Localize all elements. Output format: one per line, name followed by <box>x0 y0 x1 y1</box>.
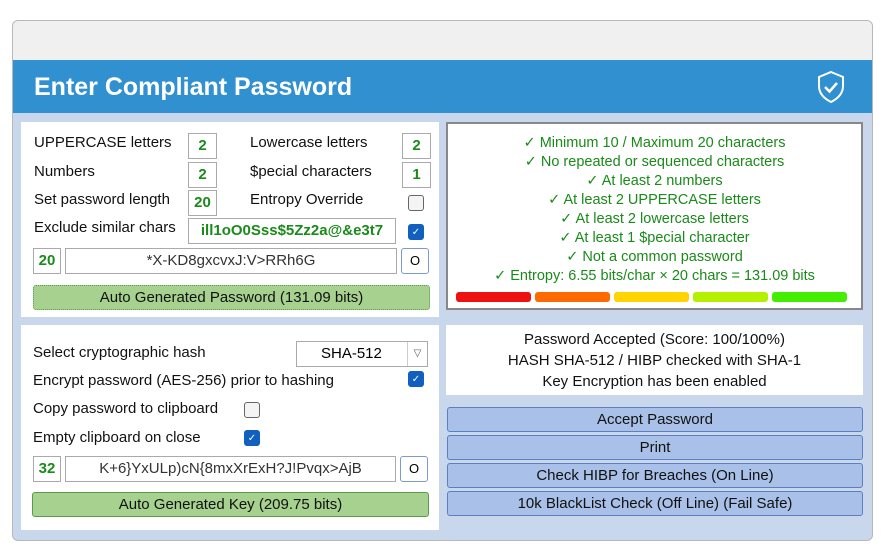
rule-item: ✓ At least 2 numbers <box>586 173 723 189</box>
strength-meter <box>456 292 847 302</box>
length-label: Set password length <box>34 191 170 208</box>
hash-select-label: Select cryptographic hash <box>33 344 206 361</box>
copy-clipboard-checkbox[interactable] <box>244 402 260 418</box>
print-button[interactable]: Print <box>447 435 863 460</box>
password-policy-panel: UPPERCASE letters 2 Lowercase letters 2 … <box>21 122 439 317</box>
status-line: Password Accepted (Score: 100/100%) <box>524 331 785 348</box>
rule-item: ✓ Not a common password <box>566 249 743 265</box>
key-field[interactable]: K+6}YxULp)cN{8mxXrExH?J!Pvqx>AjB <box>65 456 396 482</box>
rule-item: ✓ At least 2 UPPERCASE letters <box>548 192 761 208</box>
rule-item: ✓ Entropy: 6.55 bits/char × 20 chars = 1… <box>494 268 815 284</box>
key-length-display: 32 <box>33 456 61 482</box>
rule-item: ✓ At least 2 lowercase letters <box>560 211 749 227</box>
strength-segment <box>456 292 531 302</box>
rule-item: ✓ At least 1 $pecial character <box>559 230 750 246</box>
password-field[interactable]: *X-KD8gxcvxJ:V>RRh6G <box>65 248 397 274</box>
compliance-rules-panel: ✓ Minimum 10 / Maximum 20 characters ✓ No… <box>446 122 863 310</box>
lowercase-label: Lowercase letters <box>250 134 368 151</box>
page-title: Enter Compliant Password <box>34 73 353 101</box>
exclude-chars-input[interactable]: ill1oO0Sss$5Zz2a@&e3t7 <box>188 218 396 244</box>
exclude-checkbox[interactable]: ✓ <box>408 224 424 240</box>
status-line: Key Encryption has been enabled <box>542 373 767 390</box>
uppercase-label: UPPERCASE letters <box>34 134 172 151</box>
generate-key-button[interactable]: Auto Generated Key (209.75 bits) <box>32 492 429 517</box>
regenerate-key-button[interactable]: O <box>400 456 428 482</box>
empty-clipboard-checkbox[interactable]: ✓ <box>244 430 260 446</box>
numbers-input[interactable]: 2 <box>188 162 217 188</box>
window: Enter Compliant Password UPPERCASE lette… <box>12 20 873 541</box>
chevron-down-icon: ▽ <box>407 342 427 366</box>
strength-segment <box>772 292 847 302</box>
rule-item: ✓ No repeated or sequenced characters <box>524 154 785 170</box>
generate-password-button[interactable]: Auto Generated Password (131.09 bits) <box>33 285 430 310</box>
entropy-override-checkbox[interactable] <box>408 195 424 211</box>
hash-selected-value: SHA-512 <box>321 345 382 362</box>
special-label: $pecial characters <box>250 163 372 180</box>
regenerate-password-button[interactable]: O <box>401 248 429 274</box>
special-input[interactable]: 1 <box>402 162 431 188</box>
entropy-override-label: Entropy Override <box>250 191 364 208</box>
encrypt-label: Encrypt password (AES-256) prior to hash… <box>33 372 334 389</box>
status-line: HASH SHA-512 / HIBP checked with SHA-1 <box>507 352 802 369</box>
empty-label: Empty clipboard on close <box>33 429 201 446</box>
encrypt-checkbox[interactable]: ✓ <box>408 371 424 387</box>
title-bar <box>13 21 872 60</box>
blacklist-check-button[interactable]: 10k BlackList Check (Off Line) (Fail Saf… <box>447 491 863 516</box>
strength-segment <box>614 292 689 302</box>
status-panel: Password Accepted (Score: 100/100%) HASH… <box>446 325 863 395</box>
check-hibp-button[interactable]: Check HIBP for Breaches (On Line) <box>447 463 863 488</box>
strength-segment <box>693 292 768 302</box>
copy-label: Copy password to clipboard <box>33 400 219 417</box>
numbers-label: Numbers <box>34 163 95 180</box>
shield-check-icon <box>818 70 844 104</box>
length-input[interactable]: 20 <box>188 190 217 216</box>
uppercase-input[interactable]: 2 <box>188 133 217 159</box>
password-length-display: 20 <box>33 248 61 274</box>
hash-select[interactable]: SHA-512 ▽ <box>296 341 428 367</box>
rule-item: ✓ Minimum 10 / Maximum 20 characters <box>523 135 786 151</box>
lowercase-input[interactable]: 2 <box>402 133 431 159</box>
header: Enter Compliant Password <box>13 60 872 113</box>
accept-password-button[interactable]: Accept Password <box>447 407 863 432</box>
strength-segment <box>535 292 610 302</box>
exclude-label: Exclude similar chars <box>34 219 176 236</box>
hash-panel: Select cryptographic hash SHA-512 ▽ Encry… <box>21 325 439 530</box>
